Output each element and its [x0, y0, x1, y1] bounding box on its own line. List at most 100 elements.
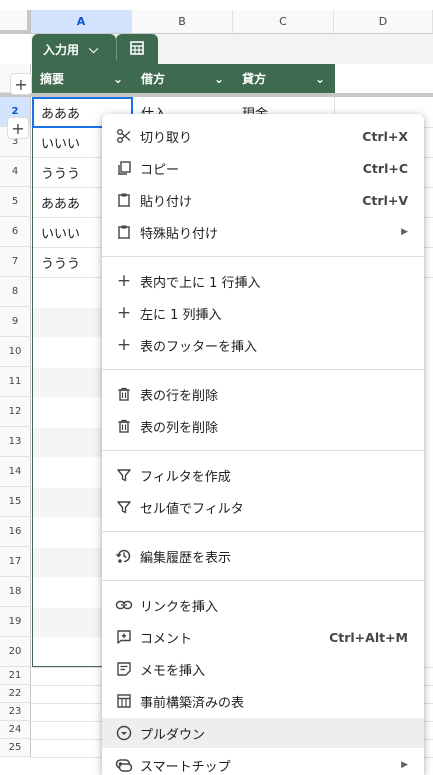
- menu-item-smart-chips[interactable]: スマートチップ ▶: [102, 750, 424, 775]
- shortcut: Ctrl+Alt+M: [329, 629, 408, 645]
- history-icon: [114, 546, 134, 566]
- table-name-chip[interactable]: 入力用 ⌵: [32, 34, 116, 64]
- row-header[interactable]: 16: [0, 517, 31, 547]
- chevron-right-icon: ▶: [401, 760, 408, 770]
- table-cell[interactable]: あああ: [33, 188, 102, 216]
- menu-divider: [102, 369, 424, 370]
- row-header[interactable]: 20: [0, 637, 31, 667]
- menu-item-create-filter[interactable]: フィルタを作成: [102, 460, 424, 490]
- table-border: [32, 666, 104, 667]
- menu-item-delete-row[interactable]: 表の行を削除: [102, 379, 424, 409]
- context-menu: 切り取り Ctrl+X コピー Ctrl+C 貼り付け Ctrl+V 特殊貼り付…: [102, 114, 424, 775]
- menu-item-insert-row-above[interactable]: + 表内で上に 1 行挿入: [102, 266, 424, 296]
- select-all-corner[interactable]: [0, 10, 31, 34]
- table-icon: [114, 691, 134, 711]
- table-name: 入力用: [43, 42, 80, 57]
- shortcut: Ctrl+V: [362, 192, 408, 208]
- table-cell[interactable]: いいい: [33, 128, 102, 156]
- menu-label: コピー: [140, 162, 180, 178]
- menu-item-edit-history[interactable]: 編集履歴を表示: [102, 541, 424, 571]
- menu-label: 事前構築済みの表: [140, 695, 245, 711]
- header-label: 借方: [141, 72, 166, 86]
- menu-item-filter-by-value[interactable]: セル値でフィルタ: [102, 492, 424, 522]
- scissors-icon: [114, 126, 134, 146]
- row-header[interactable]: 11: [0, 367, 31, 397]
- column-header-b[interactable]: B: [132, 10, 233, 34]
- table-band: [33, 308, 102, 337]
- table-band: [33, 608, 102, 637]
- plus-icon: +: [116, 271, 132, 291]
- chevron-down-icon: ⌵: [89, 41, 99, 56]
- chevron-down-icon: ⌄: [213, 71, 224, 86]
- menu-item-insert-column-left[interactable]: + 左に 1 列挿入: [102, 298, 424, 328]
- menu-label: プルダウン: [140, 727, 206, 743]
- row-header[interactable]: 15: [0, 487, 31, 517]
- add-row-button[interactable]: +: [7, 117, 29, 139]
- row-header[interactable]: 7: [0, 247, 31, 277]
- row-header[interactable]: 14: [0, 457, 31, 487]
- menu-item-delete-column[interactable]: 表の列を削除: [102, 411, 424, 441]
- menu-item-copy[interactable]: コピー Ctrl+C: [102, 153, 424, 183]
- menu-label: メモを挿入: [140, 663, 206, 679]
- menu-item-paste[interactable]: 貼り付け Ctrl+V: [102, 185, 424, 215]
- row-header[interactable]: 6: [0, 217, 31, 247]
- menu-item-cut[interactable]: 切り取り Ctrl+X: [102, 121, 424, 151]
- table-header-a[interactable]: 摘要 ⌄: [32, 64, 133, 93]
- column-header-d[interactable]: D: [334, 10, 433, 34]
- row-header[interactable]: 10: [0, 337, 31, 367]
- menu-label: セル値でフィルタ: [140, 501, 244, 517]
- menu-label: コメント: [140, 631, 193, 647]
- copy-icon: [114, 158, 134, 178]
- table-chip-divider: [116, 38, 117, 60]
- menu-item-insert-link[interactable]: リンクを挿入: [102, 590, 424, 620]
- clipboard-icon: [114, 222, 134, 242]
- row-header[interactable]: 23: [0, 703, 31, 721]
- row-header[interactable]: 9: [0, 307, 31, 337]
- row-header[interactable]: 18: [0, 577, 31, 607]
- column-header-a[interactable]: A: [31, 10, 132, 34]
- menu-item-comment[interactable]: コメント Ctrl+Alt+M: [102, 622, 424, 652]
- row-header[interactable]: 8: [0, 277, 31, 307]
- menu-label: 編集履歴を表示: [140, 550, 232, 566]
- table-cell[interactable]: いいい: [33, 218, 102, 246]
- menu-label: 表のフッターを挿入: [140, 339, 258, 355]
- plus-icon: +: [11, 118, 25, 138]
- add-row-button[interactable]: +: [10, 73, 32, 95]
- menu-item-dropdown[interactable]: プルダウン: [102, 718, 424, 748]
- table-cell[interactable]: ううう: [33, 158, 102, 186]
- row-header[interactable]: 13: [0, 427, 31, 457]
- row-header[interactable]: 22: [0, 685, 31, 703]
- menu-label: 表の行を削除: [140, 388, 219, 404]
- table-header-b[interactable]: 借方 ⌄: [133, 64, 234, 93]
- table-band: [33, 428, 102, 457]
- table-band: [33, 368, 102, 397]
- row-header[interactable]: 21: [0, 667, 31, 685]
- menu-item-prebuilt-tables[interactable]: 事前構築済みの表: [102, 686, 424, 716]
- shortcut: Ctrl+C: [362, 160, 408, 176]
- plus-icon: +: [116, 335, 132, 355]
- menu-label: 表内で上に 1 行挿入: [140, 275, 261, 291]
- row-header[interactable]: 25: [0, 739, 31, 757]
- row-header[interactable]: 17: [0, 547, 31, 577]
- table-band: [33, 488, 102, 517]
- menu-item-paste-special[interactable]: 特殊貼り付け ▶: [102, 217, 424, 247]
- row-header[interactable]: 4: [0, 157, 31, 187]
- menu-label: 左に 1 列挿入: [140, 307, 222, 323]
- row-header[interactable]: 12: [0, 397, 31, 427]
- menu-divider: [102, 450, 424, 451]
- row-header[interactable]: 24: [0, 721, 31, 739]
- chevron-down-icon: ⌄: [314, 71, 325, 86]
- menu-item-insert-footer[interactable]: + 表のフッターを挿入: [102, 330, 424, 360]
- plus-icon: +: [116, 303, 132, 323]
- column-header-c[interactable]: C: [233, 10, 334, 34]
- menu-label: 特殊貼り付け: [140, 226, 219, 242]
- menu-label: 表の列を削除: [140, 420, 219, 436]
- trash-icon: [114, 384, 134, 404]
- table-view-button[interactable]: [116, 34, 158, 64]
- row-header[interactable]: 5: [0, 187, 31, 217]
- table-header-c[interactable]: 貸方 ⌄: [234, 64, 335, 93]
- menu-item-insert-note[interactable]: メモを挿入: [102, 654, 424, 684]
- table-band: [33, 548, 102, 577]
- table-cell[interactable]: ううう: [33, 248, 102, 276]
- row-header[interactable]: 19: [0, 607, 31, 637]
